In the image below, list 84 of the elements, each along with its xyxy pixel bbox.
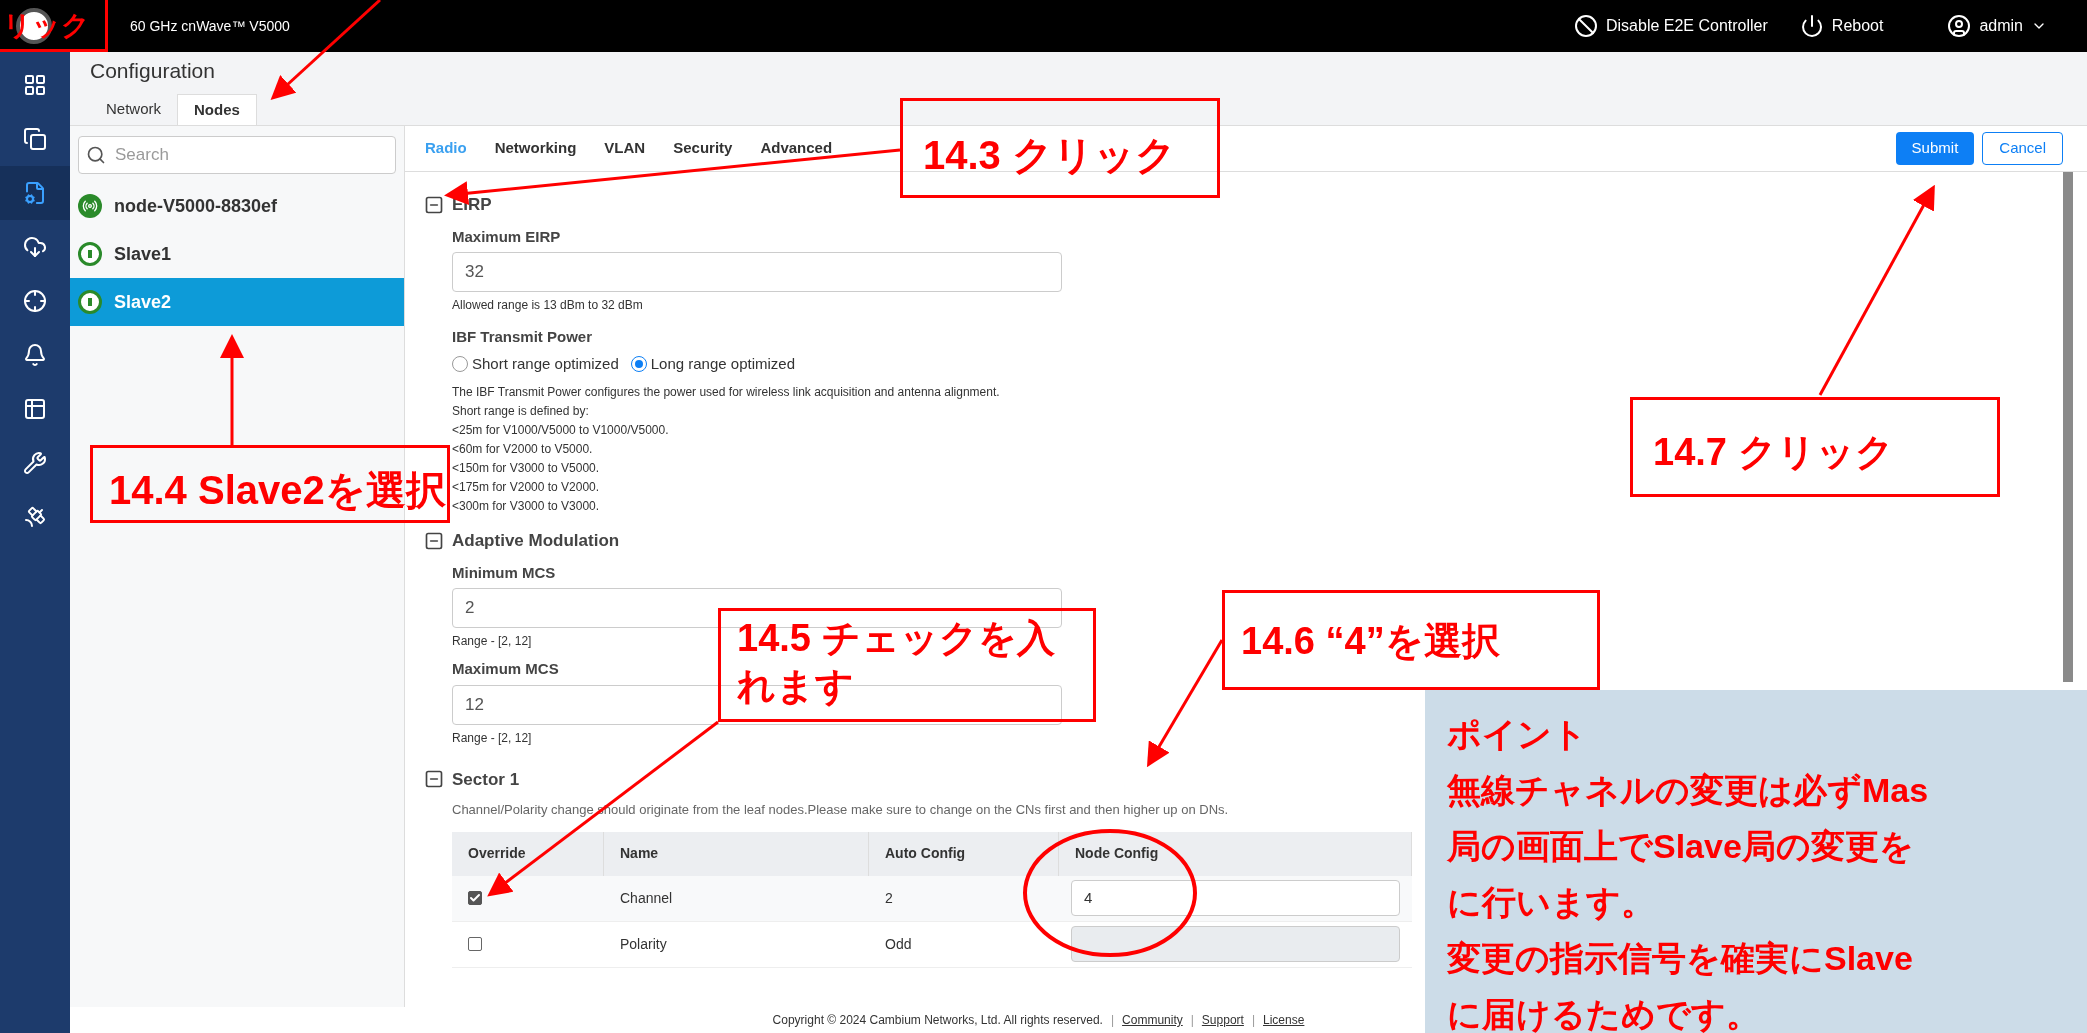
radio-option[interactable]: Short range optimized	[452, 352, 619, 375]
section-title: Sector 1	[452, 768, 520, 791]
field-label: Maximum EIRP	[452, 226, 562, 247]
satellite-icon	[23, 505, 47, 529]
user-menu[interactable]: admin	[1947, 14, 2047, 38]
product-title: 60 GHz cnWave™ V5000	[130, 16, 290, 36]
radio-option[interactable]: Long range optimized	[630, 352, 795, 375]
field-hint: Range - [2, 12]	[452, 633, 532, 650]
dashboard-icon	[23, 73, 47, 97]
content-tab[interactable]: Advanced	[760, 137, 833, 160]
eirp-field[interactable]: 32	[452, 252, 1062, 292]
table-cell-text: Odd	[884, 934, 913, 954]
footer-link[interactable]: Support	[1201, 1011, 1244, 1029]
page-title: Configuration	[90, 58, 215, 84]
note-line: 無線チャネルの変更は必ずMas	[1447, 770, 1930, 812]
copy-icon	[23, 127, 47, 151]
description-line: The IBF Transmit Power configures the power used for wireless link acquisition and antenna alignment.	[452, 384, 1000, 401]
callout-box: 14.3 クリック	[900, 98, 1220, 198]
bell-icon	[23, 343, 47, 367]
description-line: <300m for V3000 to V3000.	[452, 498, 600, 515]
link-separator: |	[1251, 1012, 1255, 1029]
footer-link[interactable]: Community	[1122, 1011, 1183, 1029]
power-icon	[1799, 14, 1824, 38]
field-hint: Allowed range is 13 dBm to 32 dBm	[452, 297, 643, 314]
file-gear-icon	[23, 181, 47, 205]
table-cell-text: 2	[884, 888, 894, 908]
content-tab[interactable]: Security	[673, 137, 733, 160]
description-line: Short range is defined by:	[452, 403, 589, 420]
user-icon	[1947, 14, 1972, 38]
content-tab[interactable]: Networking	[494, 137, 577, 160]
column-header: Override	[452, 831, 604, 876]
submit-button[interactable]: Submit	[1895, 132, 1975, 165]
node-pop-icon	[78, 194, 102, 218]
node-config-field[interactable]: 4	[1071, 880, 1400, 916]
scrollbar[interactable]	[2063, 172, 2073, 682]
column-header: Name	[604, 831, 869, 876]
note-line: に行います。	[1447, 882, 1656, 923]
callout-box: 14.4 Slave2を選択	[90, 445, 450, 523]
column-header: Node Config	[1059, 831, 1412, 876]
table-cell-text: Channel	[619, 888, 674, 908]
footer-link[interactable]: License	[1263, 1011, 1305, 1029]
field-label: IBF Transmit Power	[452, 327, 593, 347]
description-line: <150m for V3000 to V5000.	[452, 460, 600, 477]
cloud-download-icon	[23, 235, 47, 259]
node-item[interactable]: Slave1	[70, 230, 404, 278]
disable-controller-button[interactable]: Disable E2E Controller	[1573, 14, 1768, 38]
field-hint: Range - [2, 12]	[452, 729, 532, 747]
node-item[interactable]: node-V5000-8830ef	[70, 182, 404, 230]
note-line: に届けるためです。	[1447, 994, 1761, 1033]
description-line: <25m for V1000/V5000 to V1000/V5000.	[452, 422, 669, 439]
description-line: <60m for V2000 to V5000.	[452, 441, 593, 458]
callout-box: 14.5 チェックを入れます	[718, 608, 1096, 722]
section-title: Adaptive Modulation	[452, 530, 620, 552]
callout-box: 14.7 クリック	[1630, 397, 2000, 497]
cancel-button[interactable]: Cancel	[1982, 132, 2063, 165]
reboot-button[interactable]: Reboot	[1799, 14, 1884, 38]
search-field[interactable]: Search	[78, 136, 396, 174]
field-label: Maximum MCS	[452, 659, 559, 679]
note-line: 変更の指示信号を確実にSlave	[1447, 938, 1914, 979]
content-tab[interactable]: VLAN	[604, 137, 646, 160]
callout-box: 14.6 “4”を選択	[1222, 590, 1600, 690]
collapse-icon[interactable]	[424, 769, 444, 790]
antenna-icon	[78, 290, 102, 314]
page-tab[interactable]: Network	[90, 94, 177, 125]
nav-item[interactable]	[0, 166, 70, 220]
collapse-icon[interactable]	[424, 530, 444, 551]
search-icon	[86, 145, 106, 165]
page-tab[interactable]: Nodes	[177, 94, 257, 125]
tools-icon	[23, 451, 47, 475]
prohibited-icon	[1573, 14, 1598, 38]
override-checkbox[interactable]	[468, 891, 482, 905]
crosshair-icon	[23, 289, 47, 313]
column-header: Auto Config	[869, 831, 1059, 876]
antenna-icon	[78, 242, 102, 266]
description-line: <175m for V2000 to V2000.	[452, 479, 600, 496]
note-line: ポイント	[1447, 714, 1588, 755]
collapse-icon[interactable]	[424, 194, 444, 215]
table-icon	[23, 397, 47, 421]
link-separator: |	[1110, 1012, 1115, 1029]
table-cell-text: Polarity	[619, 934, 668, 954]
link-separator: |	[1190, 1012, 1194, 1029]
copyright-text: Copyright © 2024 Cambium Networks, Ltd. All rights reserved.	[772, 1012, 1103, 1029]
field-label: Minimum MCS	[452, 562, 556, 583]
note-line: 局の画面上でSlave局の変更を	[1447, 826, 1915, 867]
